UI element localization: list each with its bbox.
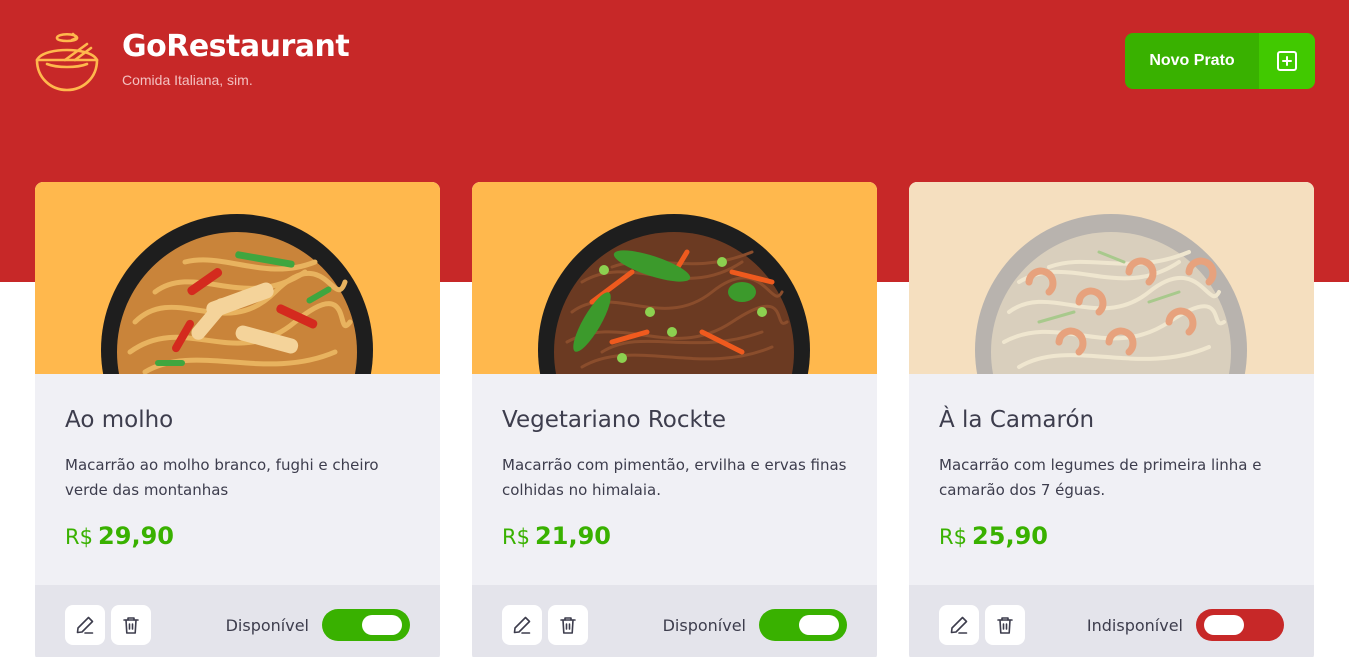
app-subtitle: Comida Italiana, sim. bbox=[122, 72, 253, 88]
shrimp-pasta-image bbox=[975, 214, 1247, 374]
brand: GoRestaurant Comida Italiana, sim. bbox=[35, 29, 350, 92]
price-currency: R$ bbox=[65, 525, 93, 549]
toggle-knob bbox=[799, 615, 839, 635]
new-dish-button[interactable]: Novo Prato bbox=[1125, 33, 1315, 89]
price-currency: R$ bbox=[939, 525, 967, 549]
availability-label: Disponível bbox=[225, 615, 309, 635]
food-description: Macarrão com legumes de primeira linha e… bbox=[939, 456, 1262, 499]
availability: Indisponível bbox=[1087, 605, 1284, 645]
food-image bbox=[472, 182, 877, 374]
trash-icon bbox=[123, 617, 139, 634]
pencil-icon bbox=[76, 616, 94, 634]
delete-button[interactable] bbox=[548, 605, 588, 645]
card-footer: Disponível bbox=[472, 585, 877, 657]
food-name: Ao molho bbox=[65, 407, 174, 433]
availability-label: Indisponível bbox=[1086, 615, 1183, 635]
card-footer: Disponível bbox=[35, 585, 440, 657]
availability-toggle[interactable] bbox=[759, 609, 847, 641]
trash-icon bbox=[560, 617, 576, 634]
plus-square-icon bbox=[1259, 33, 1315, 89]
noodle-dish-image bbox=[538, 214, 810, 374]
price-currency: R$ bbox=[502, 525, 530, 549]
delete-button[interactable] bbox=[985, 605, 1025, 645]
delete-button[interactable] bbox=[111, 605, 151, 645]
availability: Disponível bbox=[663, 605, 847, 645]
toggle-knob bbox=[1204, 615, 1244, 635]
bowl-logo-icon bbox=[35, 32, 99, 92]
card-actions bbox=[502, 605, 588, 645]
card-actions bbox=[65, 605, 151, 645]
availability-label: Disponível bbox=[662, 615, 746, 635]
card-footer: Indisponível bbox=[909, 585, 1314, 657]
food-price: R$ 25,90 bbox=[939, 522, 1284, 550]
toggle-knob bbox=[362, 615, 402, 635]
food-description: Macarrão com pimentão, ervilha e ervas f… bbox=[502, 456, 847, 499]
food-name: Vegetariano Rockte bbox=[502, 407, 727, 433]
food-description: Macarrão ao molho branco, fughi e cheiro… bbox=[65, 456, 379, 499]
pencil-icon bbox=[513, 616, 531, 634]
food-name: À la Camarón bbox=[939, 407, 1095, 433]
price-value: 21,90 bbox=[535, 522, 611, 550]
edit-button[interactable] bbox=[65, 605, 105, 645]
availability-toggle[interactable] bbox=[322, 609, 410, 641]
availability-toggle[interactable] bbox=[1196, 609, 1284, 641]
price-value: 25,90 bbox=[972, 522, 1048, 550]
card-actions bbox=[939, 605, 1025, 645]
edit-button[interactable] bbox=[502, 605, 542, 645]
food-card: À la Camarón Macarrão com legumes de pri… bbox=[909, 182, 1314, 657]
new-dish-label: Novo Prato bbox=[1125, 33, 1259, 89]
app-title: GoRestaurant bbox=[122, 29, 350, 64]
food-image bbox=[35, 182, 440, 374]
pencil-icon bbox=[950, 616, 968, 634]
trash-icon bbox=[997, 617, 1013, 634]
food-price: R$ 29,90 bbox=[65, 522, 410, 550]
availability: Disponível bbox=[226, 605, 410, 645]
price-value: 29,90 bbox=[98, 522, 174, 550]
food-price: R$ 21,90 bbox=[502, 522, 847, 550]
food-card: Ao molho Macarrão ao molho branco, fughi… bbox=[35, 182, 440, 657]
food-image bbox=[909, 182, 1314, 374]
food-card: Vegetariano Rockte Macarrão com pimentão… bbox=[472, 182, 877, 657]
edit-button[interactable] bbox=[939, 605, 979, 645]
noodle-dish-image bbox=[101, 214, 373, 374]
